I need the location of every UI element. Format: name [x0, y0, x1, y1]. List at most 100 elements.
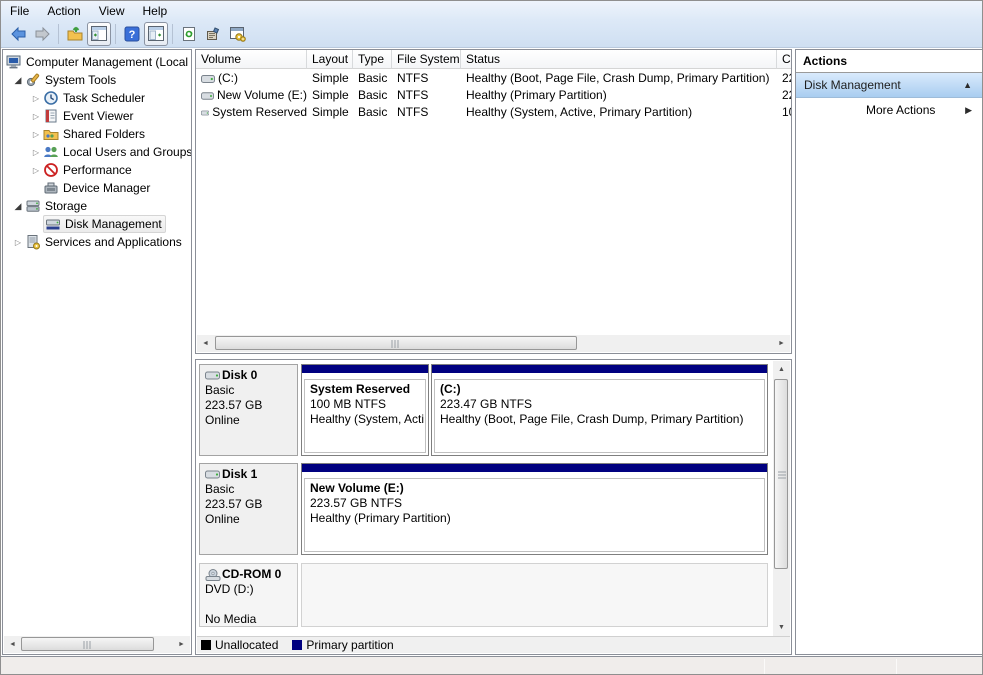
tree-item-label: Event Viewer	[63, 109, 133, 123]
disk-1-info[interactable]: Disk 1 Basic 223.57 GB Online	[199, 463, 298, 555]
local-users-icon	[43, 144, 59, 160]
tree-item-label: Disk Management	[65, 217, 162, 231]
tree-item-performance[interactable]: ▷ Performance	[3, 161, 191, 179]
partition-c-drive[interactable]: (C:) 223.47 GB NTFS Healthy (Boot, Page …	[431, 364, 768, 456]
volume-type: Basic	[353, 87, 392, 104]
unallocated-swatch	[201, 640, 211, 650]
column-header-file-system[interactable]: File System	[392, 50, 461, 69]
services-icon	[25, 234, 41, 250]
help-button[interactable]: ?	[120, 22, 144, 46]
disk-pane-vertical-scrollbar[interactable]: ▲ ▼	[773, 361, 790, 636]
collapse-group-icon[interactable]: ▲	[963, 73, 972, 97]
expand-arrow-icon[interactable]: ▷	[29, 130, 43, 139]
export-list-icon	[67, 26, 83, 42]
scroll-up-arrow[interactable]: ▲	[773, 361, 790, 378]
manage-button[interactable]	[225, 22, 249, 46]
forward-button[interactable]	[30, 22, 54, 46]
scrollbar-thumb[interactable]	[774, 379, 788, 569]
volume-list-horizontal-scrollbar[interactable]: ◄ ►	[197, 335, 790, 352]
primary-partition-color-band	[432, 365, 767, 375]
disk-graphical-pane: Disk 0 Basic 223.57 GB Online System Res…	[195, 359, 792, 655]
actions-group-disk-management[interactable]: Disk Management ▲	[796, 73, 982, 98]
tree-item-shared-folders[interactable]: ▷ Shared Folders	[3, 125, 191, 143]
manage-icon	[229, 26, 246, 42]
volume-row-new-volume-e[interactable]: New Volume (E:) Simple Basic NTFS Health…	[196, 87, 791, 104]
menu-bar: File Action View Help	[1, 1, 982, 20]
scrollbar-thumb[interactable]	[215, 336, 577, 350]
status-bar-separator	[896, 659, 897, 674]
tree-item-disk-management[interactable]: Disk Management	[3, 215, 191, 233]
status-bar	[1, 656, 982, 675]
collapse-arrow-icon[interactable]: ◢	[11, 75, 25, 86]
volume-name: System Reserved	[212, 104, 307, 121]
tree-item-system-tools[interactable]: ◢ System Tools	[3, 71, 191, 89]
expand-arrow-icon[interactable]: ▷	[29, 112, 43, 121]
column-header-type[interactable]: Type	[353, 50, 392, 69]
tree-item-device-manager[interactable]: Device Manager	[3, 179, 191, 197]
volume-row-system-reserved[interactable]: System Reserved Simple Basic NTFS Health…	[196, 104, 791, 121]
toolbar: ?	[1, 20, 982, 48]
column-header-layout[interactable]: Layout	[307, 50, 353, 69]
export-list-button[interactable]	[63, 22, 87, 46]
volume-row-c[interactable]: (C:) Simple Basic NTFS Healthy (Boot, Pa…	[196, 70, 791, 87]
column-header-volume[interactable]: Volume	[196, 50, 307, 69]
partition-new-volume-e[interactable]: New Volume (E:) 223.57 GB NTFS Healthy (…	[301, 463, 768, 555]
svg-text:?: ?	[129, 29, 136, 41]
disk-name: Disk 0	[222, 368, 257, 383]
show-console-tree-button[interactable]	[87, 22, 111, 46]
volume-icon	[201, 74, 215, 84]
computer-icon	[6, 54, 22, 70]
tree-item-local-users-and-groups[interactable]: ▷ Local Users and Groups	[3, 143, 191, 161]
legend-label: Primary partition	[306, 638, 393, 652]
scroll-right-arrow[interactable]: ►	[173, 636, 190, 653]
volume-file-system: NTFS	[392, 104, 461, 121]
expand-arrow-icon[interactable]: ▷	[29, 166, 43, 175]
cdrom-media-area[interactable]	[301, 563, 768, 627]
cdrom-0-info[interactable]: CD-ROM 0 DVD (D:) No Media	[199, 563, 298, 627]
actions-group-label: Disk Management	[804, 78, 901, 92]
expand-arrow-icon[interactable]: ▷	[11, 238, 25, 247]
menu-view[interactable]: View	[90, 2, 134, 20]
tree-item-event-viewer[interactable]: ▷ Event Viewer	[3, 107, 191, 125]
column-header-status[interactable]: Status	[461, 50, 777, 69]
partition-size: 100 MB NTFS	[310, 397, 420, 412]
tree-item-task-scheduler[interactable]: ▷ Task Scheduler	[3, 89, 191, 107]
volume-icon	[201, 91, 214, 101]
back-button[interactable]	[6, 22, 30, 46]
refresh-icon	[181, 26, 197, 42]
more-actions-item[interactable]: More Actions ▶	[796, 98, 982, 123]
menu-help[interactable]: Help	[134, 2, 177, 20]
tree-item-services-and-applications[interactable]: ▷ Services and Applications	[3, 233, 191, 251]
disk-management-icon	[45, 216, 61, 232]
refresh-button[interactable]	[177, 22, 201, 46]
expand-arrow-icon[interactable]: ▷	[29, 94, 43, 103]
forward-icon	[34, 26, 51, 42]
menu-file[interactable]: File	[1, 2, 38, 20]
selected-tree-item: Disk Management	[43, 215, 166, 233]
volume-icon	[201, 108, 209, 118]
cdrom-0-row: CD-ROM 0 DVD (D:) No Media	[199, 563, 792, 627]
properties-button[interactable]	[201, 22, 225, 46]
tree-horizontal-scrollbar[interactable]: ◄ ►	[4, 636, 190, 653]
more-actions-label: More Actions	[866, 103, 935, 117]
tree-item-computer-management[interactable]: Computer Management (Local	[3, 53, 191, 71]
volume-capacity: 10	[777, 104, 791, 121]
scroll-left-arrow[interactable]: ◄	[197, 335, 214, 352]
partition-status: Healthy (System, Acti	[310, 412, 420, 427]
primary-partition-swatch	[292, 640, 302, 650]
collapse-arrow-icon[interactable]: ◢	[11, 201, 25, 212]
performance-icon	[43, 162, 59, 178]
legend-label: Unallocated	[215, 638, 278, 652]
scrollbar-thumb[interactable]	[21, 637, 154, 651]
scroll-down-arrow[interactable]: ▼	[773, 619, 790, 636]
tree-item-storage[interactable]: ◢ Storage	[3, 197, 191, 215]
partition-name: (C:)	[440, 382, 759, 397]
menu-action[interactable]: Action	[38, 2, 89, 20]
scroll-right-arrow[interactable]: ►	[773, 335, 790, 352]
partition-system-reserved[interactable]: System Reserved 100 MB NTFS Healthy (Sys…	[301, 364, 429, 456]
disk-0-info[interactable]: Disk 0 Basic 223.57 GB Online	[199, 364, 298, 456]
scroll-left-arrow[interactable]: ◄	[4, 636, 21, 653]
show-action-pane-button[interactable]	[144, 22, 168, 46]
expand-arrow-icon[interactable]: ▷	[29, 148, 43, 157]
column-header-capacity[interactable]: C	[777, 50, 791, 69]
